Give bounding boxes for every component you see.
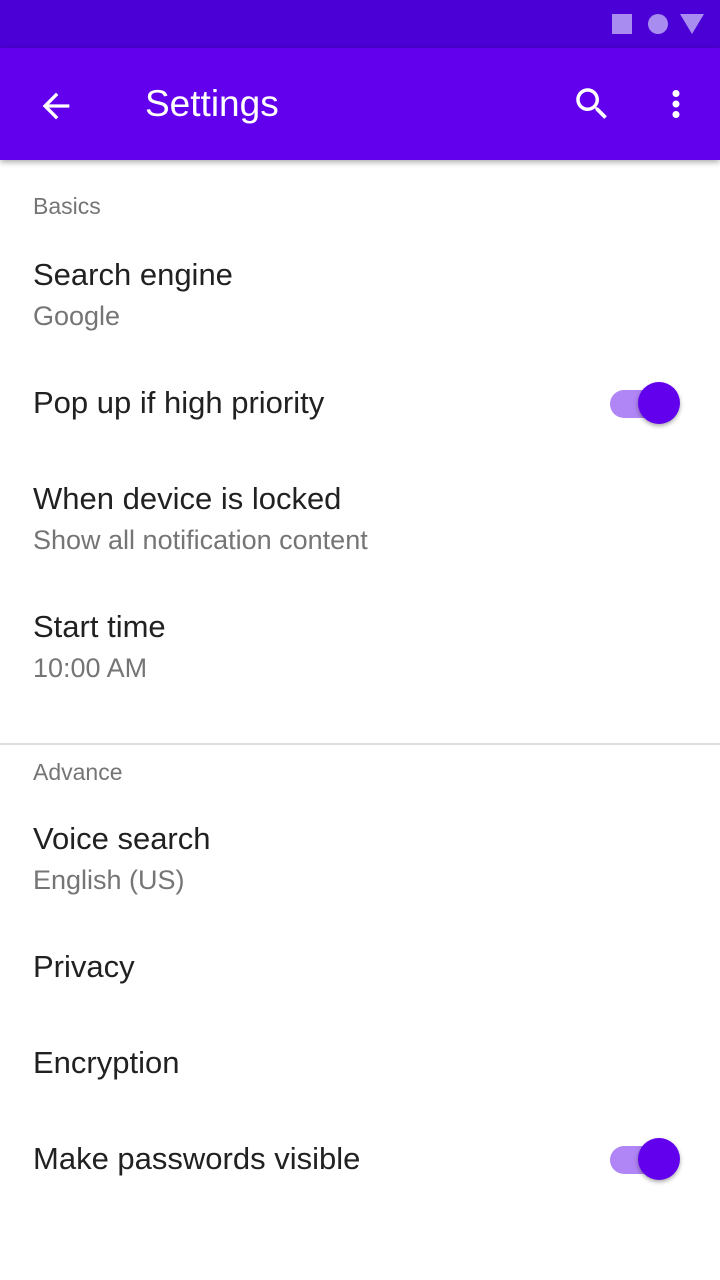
section-divider <box>0 743 720 745</box>
section-header-basics: Basics <box>33 193 101 219</box>
circle-icon <box>648 14 668 34</box>
setting-title: Start time <box>33 609 166 644</box>
setting-title: Make passwords visible <box>33 1141 361 1176</box>
search-button[interactable] <box>564 76 620 132</box>
setting-start-time[interactable]: Start time 10:00 AM <box>0 584 720 704</box>
setting-title: Search engine <box>33 257 233 292</box>
setting-passwords-visible[interactable]: Make passwords visible <box>0 1116 720 1204</box>
back-button[interactable] <box>28 78 84 134</box>
setting-title: When device is locked <box>33 481 342 516</box>
setting-device-locked[interactable]: When device is locked Show all notificat… <box>0 456 720 576</box>
arrow-back-icon <box>42 92 70 120</box>
triangle-icon <box>680 14 704 34</box>
setting-title: Privacy <box>33 949 135 984</box>
setting-privacy[interactable]: Privacy <box>0 924 720 1012</box>
setting-search-engine[interactable]: Search engine Google <box>0 232 720 352</box>
setting-title: Voice search <box>33 821 211 856</box>
status-bar <box>0 0 720 48</box>
switch-thumb <box>638 382 680 424</box>
switch-thumb <box>638 1138 680 1180</box>
setting-title: Encryption <box>33 1045 180 1080</box>
more-vert-icon <box>672 90 680 118</box>
search-icon <box>576 88 607 119</box>
popup-priority-switch[interactable] <box>608 382 684 426</box>
section-header-advance: Advance <box>33 759 123 785</box>
setting-title: Pop up if high priority <box>33 385 325 420</box>
page-title: Settings <box>145 83 279 124</box>
app-bar: Settings <box>0 48 720 160</box>
setting-summary: Show all notification content <box>33 525 368 555</box>
setting-summary: Google <box>33 301 121 331</box>
more-options-button[interactable] <box>652 76 700 132</box>
setting-popup-priority[interactable]: Pop up if high priority <box>0 360 720 448</box>
setting-summary: 10:00 AM <box>33 653 148 683</box>
setting-voice-search[interactable]: Voice search English (US) <box>0 796 720 916</box>
square-icon <box>612 14 632 34</box>
setting-encryption[interactable]: Encryption <box>0 1020 720 1108</box>
passwords-visible-switch[interactable] <box>608 1138 684 1182</box>
setting-summary: English (US) <box>33 865 185 895</box>
